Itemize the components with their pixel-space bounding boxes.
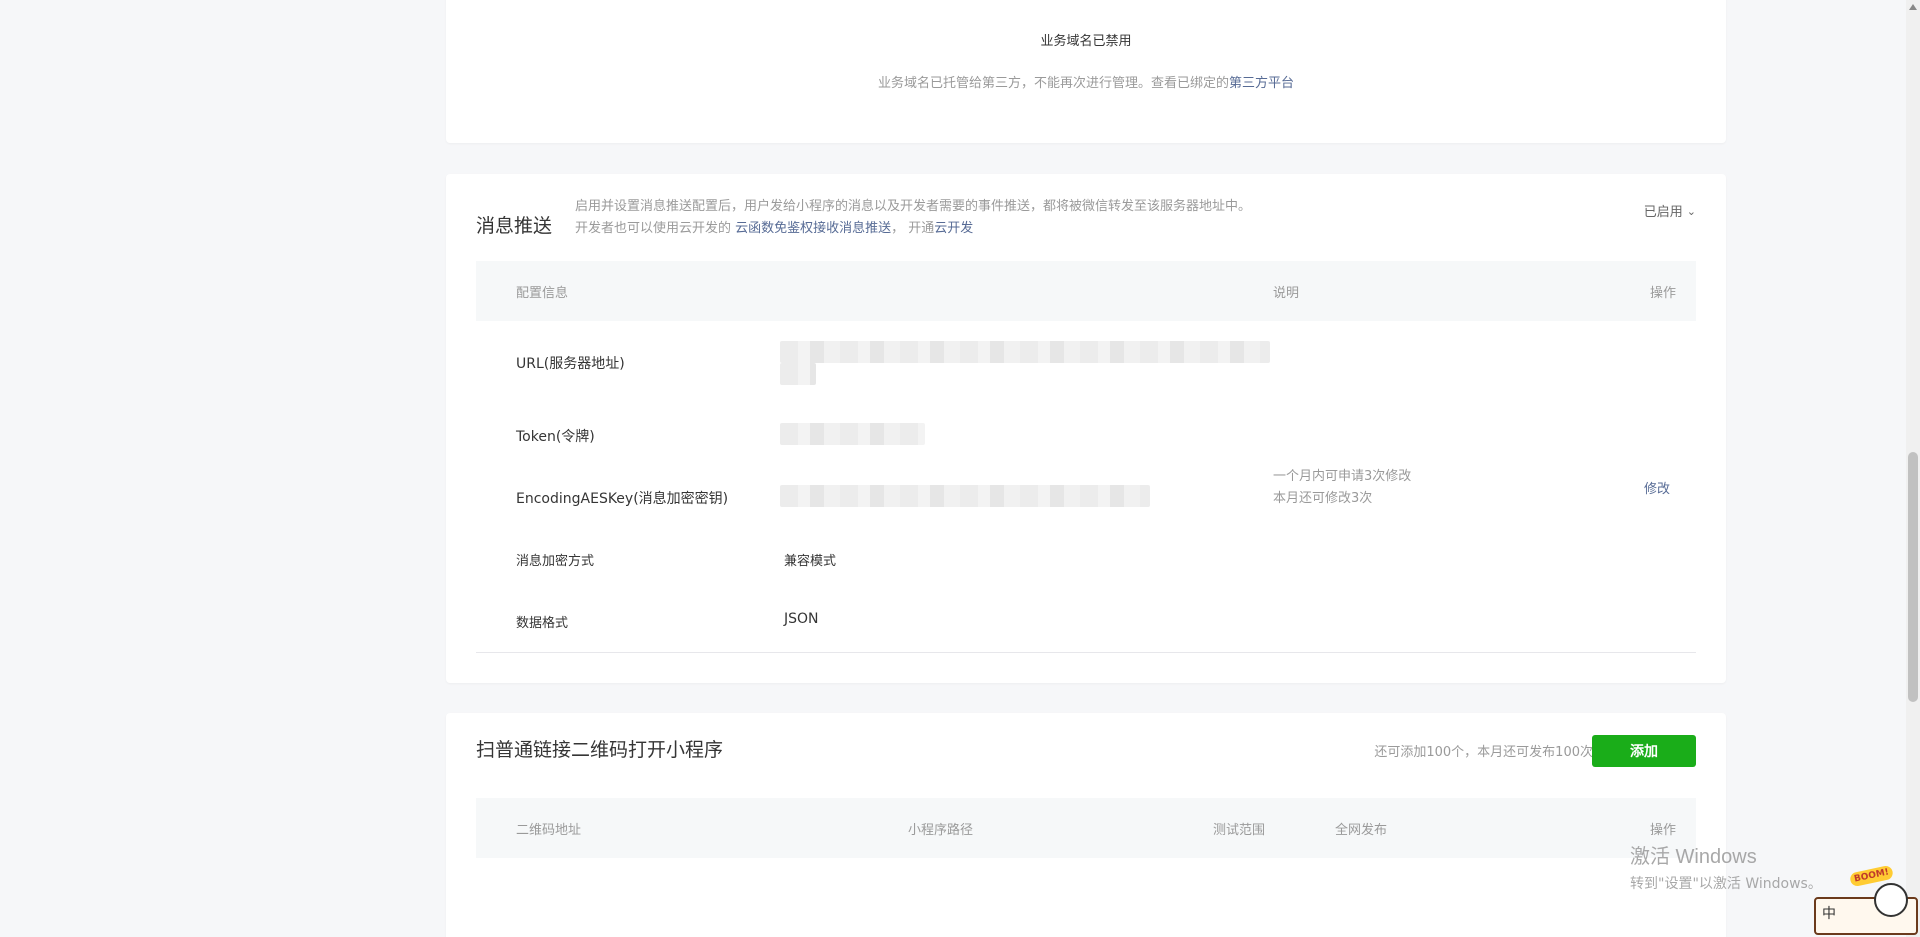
col-qr-action: 操作 bbox=[1649, 823, 1676, 838]
modify-link[interactable]: 修改 bbox=[1644, 478, 1670, 497]
scrollbar-thumb[interactable] bbox=[1908, 452, 1918, 702]
data-format-label: 数据格式 bbox=[516, 616, 569, 631]
add-button[interactable]: 添加 bbox=[1592, 735, 1696, 767]
data-format-value: JSON bbox=[784, 611, 819, 627]
intro-line-1: 启用并设置消息推送配置后，用户发给小程序的消息以及开发者需要的事件推送，都将被微… bbox=[575, 199, 1252, 214]
url-value-redacted bbox=[780, 341, 1270, 363]
push-status-dropdown[interactable]: 已启用 ⌄ bbox=[1644, 201, 1696, 220]
col-config-info: 配置信息 bbox=[516, 286, 569, 301]
message-push-intro: 启用并设置消息推送配置后，用户发给小程序的消息以及开发者需要的事件推送，都将被微… bbox=[575, 196, 1251, 240]
message-push-card: 消息推送 启用并设置消息推送配置后，用户发给小程序的消息以及开发者需要的事件推送… bbox=[446, 174, 1726, 683]
modify-limit-note: 一个月内可申请3次修改 本月还可修改3次 bbox=[1273, 466, 1411, 510]
intro-line-2: 开发者也可以使用云开发的 云函数免鉴权接收消息推送， 开通云开发 bbox=[575, 218, 1251, 240]
qr-code-card: 扫普通链接二维码打开小程序 还可添加100个，本月还可发布100次。 添加 二维… bbox=[446, 713, 1726, 937]
chevron-down-icon: ⌄ bbox=[1686, 205, 1696, 218]
col-mini-program-path: 小程序路径 bbox=[908, 823, 974, 838]
token-label: Token(令牌) bbox=[516, 429, 595, 445]
url-value-redacted-2 bbox=[780, 363, 816, 385]
intro-line-2-prefix: 开发者也可以使用云开发的 bbox=[575, 221, 736, 236]
qr-table-header: 二维码地址 小程序路径 测试范围 全网发布 操作 bbox=[476, 798, 1696, 858]
col-description: 说明 bbox=[1273, 286, 1300, 301]
aes-key-label: EncodingAESKey(消息加密密钥) bbox=[516, 491, 729, 507]
modify-limit-line-1: 一个月内可申请3次修改 bbox=[1273, 469, 1412, 484]
ime-toolbar[interactable]: BOOM! 中 bbox=[1814, 864, 1918, 935]
watermark-line-2: 转到"设置"以激活 Windows。 bbox=[1630, 876, 1822, 892]
scroll-up-arrow-icon[interactable] bbox=[1909, 2, 1917, 10]
divider bbox=[476, 652, 1696, 653]
cloud-dev-link[interactable]: 云开发 bbox=[934, 221, 973, 236]
encrypt-mode-label: 消息加密方式 bbox=[516, 554, 595, 569]
aes-key-value-redacted bbox=[780, 485, 1150, 507]
watermark-line-1: 激活 Windows bbox=[1630, 846, 1757, 868]
url-label: URL(服务器地址) bbox=[516, 356, 625, 372]
col-qr-url: 二维码地址 bbox=[516, 823, 582, 838]
domain-disabled-title: 业务域名已禁用 bbox=[1040, 34, 1132, 49]
qr-quota-text: 还可添加100个，本月还可发布100次。 bbox=[1374, 745, 1606, 760]
col-test-range: 测试范围 bbox=[1213, 823, 1266, 838]
third-party-platform-link[interactable]: 第三方平台 bbox=[1229, 76, 1294, 91]
col-action: 操作 bbox=[1649, 286, 1676, 301]
business-domain-card: 业务域名已禁用 业务域名已托管给第三方，不能再次进行管理。查看已绑定的第三方平台 bbox=[446, 0, 1726, 143]
intro-line-2-mid: ， 开通 bbox=[891, 221, 935, 236]
encrypt-mode-value: 兼容模式 bbox=[784, 554, 837, 569]
domain-disabled-desc: 业务域名已托管给第三方，不能再次进行管理。查看已绑定的第三方平台 bbox=[446, 72, 1726, 91]
section-title-message-push: 消息推送 bbox=[476, 215, 553, 237]
vertical-scrollbar[interactable] bbox=[1906, 0, 1920, 937]
cloud-function-push-link[interactable]: 云函数免鉴权接收消息推送 bbox=[735, 221, 891, 236]
page: 业务域名已禁用 业务域名已托管给第三方，不能再次进行管理。查看已绑定的第三方平台… bbox=[0, 0, 1920, 937]
ime-mascot-icon bbox=[1874, 883, 1908, 917]
windows-activation-watermark: 激活 Windows 转到"设置"以激活 Windows。 bbox=[1630, 840, 1822, 893]
token-value-redacted bbox=[780, 423, 925, 445]
section-title-qr-code: 扫普通链接二维码打开小程序 bbox=[476, 739, 724, 761]
push-table-header: 配置信息 说明 操作 bbox=[476, 261, 1696, 321]
push-status-label: 已启用 bbox=[1643, 205, 1683, 220]
modify-limit-line-2: 本月还可修改3次 bbox=[1273, 491, 1373, 506]
ime-mode-char: 中 bbox=[1822, 906, 1836, 922]
col-publish: 全网发布 bbox=[1335, 823, 1388, 838]
domain-desc-text: 业务域名已托管给第三方，不能再次进行管理。查看已绑定的 bbox=[877, 76, 1229, 91]
